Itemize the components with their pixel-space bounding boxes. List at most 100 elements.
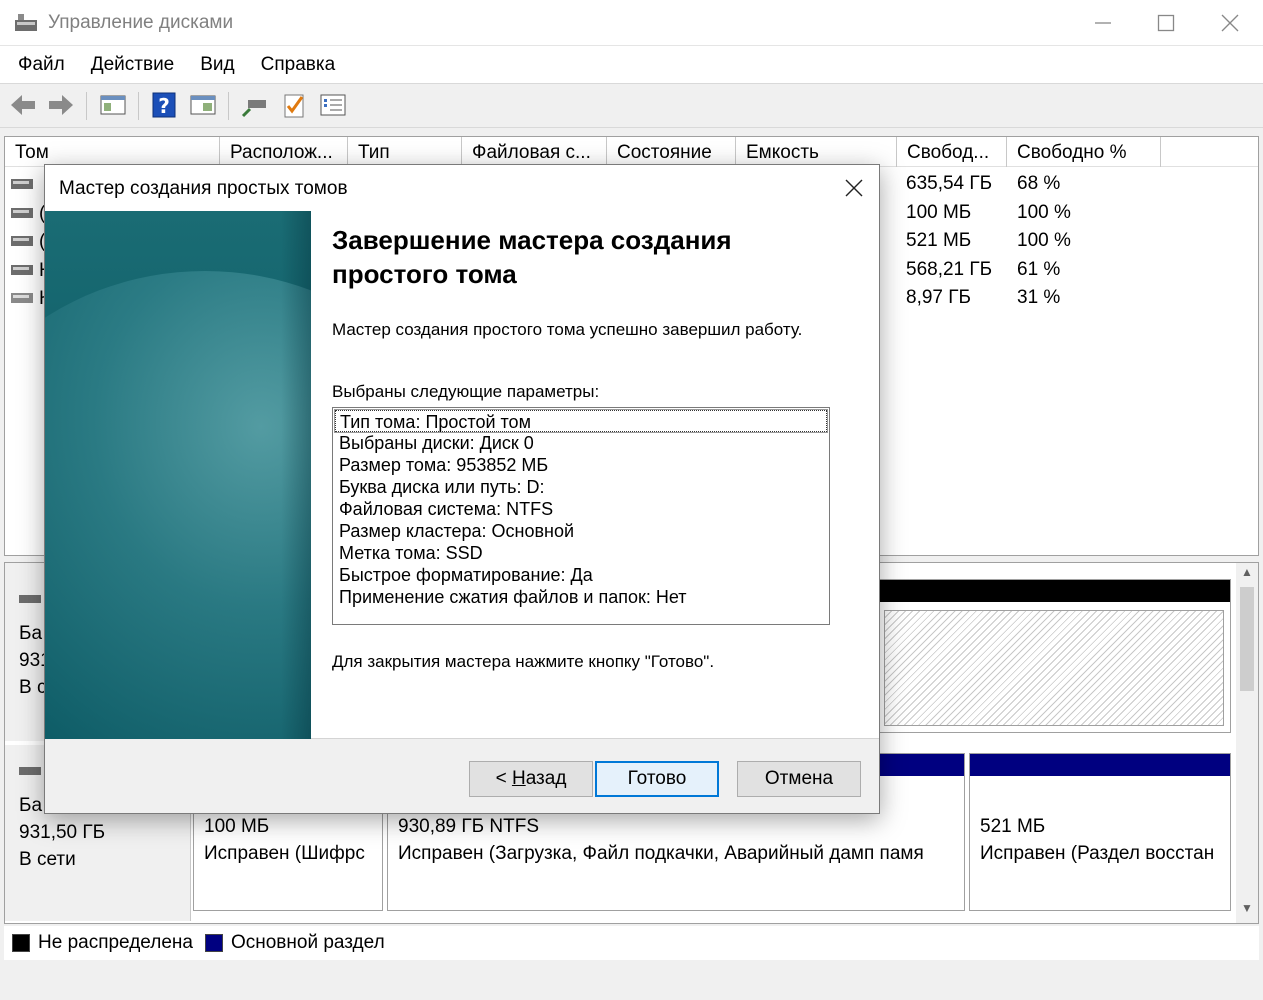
free-space-cell: 568,21 ГБ xyxy=(906,259,993,280)
free-percent-cell: 31 % xyxy=(1017,287,1061,308)
volume-icon xyxy=(11,236,33,246)
minimize-button[interactable] xyxy=(1071,0,1135,46)
banner-wave-shape xyxy=(45,271,311,739)
partition-status: Исправен (Шифрс xyxy=(204,843,365,864)
scrollbar-thumb[interactable] xyxy=(1240,587,1254,691)
partition-status: Исправен (Загрузка, Файл подкачки, Авари… xyxy=(398,843,924,864)
free-percent-cell: 100 % xyxy=(1017,202,1071,223)
legend-unallocated: Не распределена xyxy=(12,932,193,954)
column-header-layout[interactable]: Располож... xyxy=(220,137,348,167)
params-listbox[interactable]: Тип тома: Простой том Выбраны диски: Дис… xyxy=(332,407,830,625)
forward-arrow-icon[interactable] xyxy=(46,90,76,120)
close-icon xyxy=(845,179,863,197)
back-button[interactable]: < Назад xyxy=(469,761,593,797)
maximize-icon xyxy=(1157,14,1175,32)
primary-partition-bar xyxy=(970,754,1230,776)
unallocated-region[interactable] xyxy=(877,579,1231,733)
legend-label: Не распределена xyxy=(38,932,193,953)
column-header-volume[interactable]: Том xyxy=(5,137,220,167)
scroll-up-icon[interactable]: ▲ xyxy=(1236,565,1258,585)
disk-icon xyxy=(19,595,41,603)
free-percent-cell: 100 % xyxy=(1017,230,1071,251)
title-bar: Управление дисками xyxy=(0,0,1263,46)
dialog-body: Завершение мастера создания простого том… xyxy=(45,211,879,739)
status-bar xyxy=(0,962,1263,1000)
svg-text:?: ? xyxy=(158,94,170,118)
dialog-close-button[interactable] xyxy=(839,173,869,203)
legend-label: Основной раздел xyxy=(230,932,385,953)
cancel-button[interactable]: Отмена xyxy=(737,761,861,797)
close-hint: Для закрытия мастера нажмите кнопку "Гот… xyxy=(332,652,715,671)
volume-icon xyxy=(11,208,33,218)
maximize-button[interactable] xyxy=(1134,0,1198,46)
back-arrow-icon[interactable] xyxy=(8,90,38,120)
scroll-down-icon[interactable]: ▼ xyxy=(1236,901,1258,921)
disk-management-app-icon xyxy=(15,14,37,31)
free-space-cell: 521 МБ xyxy=(906,230,972,251)
param-item[interactable]: Тип тома: Простой том xyxy=(334,409,828,433)
close-window-button[interactable] xyxy=(1198,0,1262,46)
column-header-status[interactable]: Состояние xyxy=(607,137,736,167)
menu-help[interactable]: Справка xyxy=(248,54,349,76)
banner-shade xyxy=(281,211,311,739)
param-item[interactable]: Размер кластера: Основной xyxy=(335,520,827,542)
toolbar-separator xyxy=(228,92,229,120)
legend-swatch-unallocated xyxy=(12,934,30,952)
column-header-capacity[interactable]: Емкость xyxy=(736,137,897,167)
check-icon[interactable] xyxy=(280,90,310,120)
finish-button-label: Готово xyxy=(627,768,687,789)
partition-status: Исправен (Раздел восстан xyxy=(980,843,1215,864)
toolbar-separator xyxy=(138,92,139,120)
unallocated-hatch xyxy=(884,610,1224,726)
volume-icon xyxy=(11,179,33,189)
menu-file[interactable]: Файл xyxy=(5,54,78,76)
column-header-type[interactable]: Тип xyxy=(348,137,462,167)
column-header-free-percent[interactable]: Свободно % xyxy=(1007,137,1161,167)
free-space-cell: 8,97 ГБ xyxy=(906,287,972,308)
help-icon[interactable]: ? xyxy=(150,90,180,120)
console-tree-icon[interactable] xyxy=(98,90,128,120)
disk-label-line: 931,50 ГБ xyxy=(19,822,106,843)
param-item[interactable]: Буква диска или путь: D: xyxy=(335,476,827,498)
back-button-accelerator: Н xyxy=(511,768,526,789)
free-space-cell: 100 МБ xyxy=(906,202,972,223)
partition-size: 521 МБ xyxy=(980,816,1046,837)
menu-view[interactable]: Вид xyxy=(187,54,247,76)
column-header-filesystem[interactable]: Файловая с... xyxy=(462,137,607,167)
wizard-banner-image xyxy=(45,211,311,739)
column-header-free-space[interactable]: Свобод... xyxy=(897,137,1007,167)
param-item[interactable]: Выбраны диски: Диск 0 xyxy=(335,432,827,454)
free-percent-cell: 68 % xyxy=(1017,173,1061,194)
disk-view-scrollbar[interactable]: ▲ ▼ xyxy=(1236,563,1258,923)
connect-icon[interactable] xyxy=(240,90,270,120)
menu-action[interactable]: Действие xyxy=(78,54,188,76)
wizard-heading: Завершение мастера создания простого том… xyxy=(332,225,732,289)
volume-icon xyxy=(11,293,33,303)
dialog-title-bar: Мастер создания простых томов xyxy=(45,165,879,211)
param-item[interactable]: Размер тома: 953852 МБ xyxy=(335,454,827,476)
free-space-cell: 635,54 ГБ xyxy=(906,173,993,194)
menu-bar: Файл Действие Вид Справка xyxy=(0,46,1263,84)
settings-list-icon[interactable] xyxy=(318,90,348,120)
disk-icon xyxy=(19,767,41,775)
param-item[interactable]: Метка тома: SSD xyxy=(335,542,827,564)
close-icon xyxy=(1221,14,1239,32)
back-button-prefix: < xyxy=(495,768,512,789)
param-item[interactable]: Файловая система: NTFS xyxy=(335,498,827,520)
free-percent-cell: 61 % xyxy=(1017,259,1061,280)
dialog-title: Мастер создания простых томов xyxy=(59,178,348,199)
legend-swatch-primary xyxy=(204,934,223,952)
volume-icon xyxy=(11,265,33,275)
toolbar-separator xyxy=(86,92,87,120)
partition-size: 930,89 ГБ NTFS xyxy=(398,816,540,837)
partition-size: 100 МБ xyxy=(204,816,270,837)
legend-primary: Основной раздел xyxy=(204,932,385,954)
minimize-icon xyxy=(1095,22,1111,24)
properties-icon[interactable] xyxy=(188,90,218,120)
window-title: Управление дисками xyxy=(48,12,234,33)
param-item[interactable]: Применение сжатия файлов и папок: Нет xyxy=(335,586,827,608)
param-item[interactable]: Быстрое форматирование: Да xyxy=(335,564,827,586)
params-label: Выбраны следующие параметры: xyxy=(332,382,600,401)
finish-button[interactable]: Готово xyxy=(595,761,719,797)
partition-recovery[interactable]: 521 МБ Исправен (Раздел восстан xyxy=(969,753,1231,911)
